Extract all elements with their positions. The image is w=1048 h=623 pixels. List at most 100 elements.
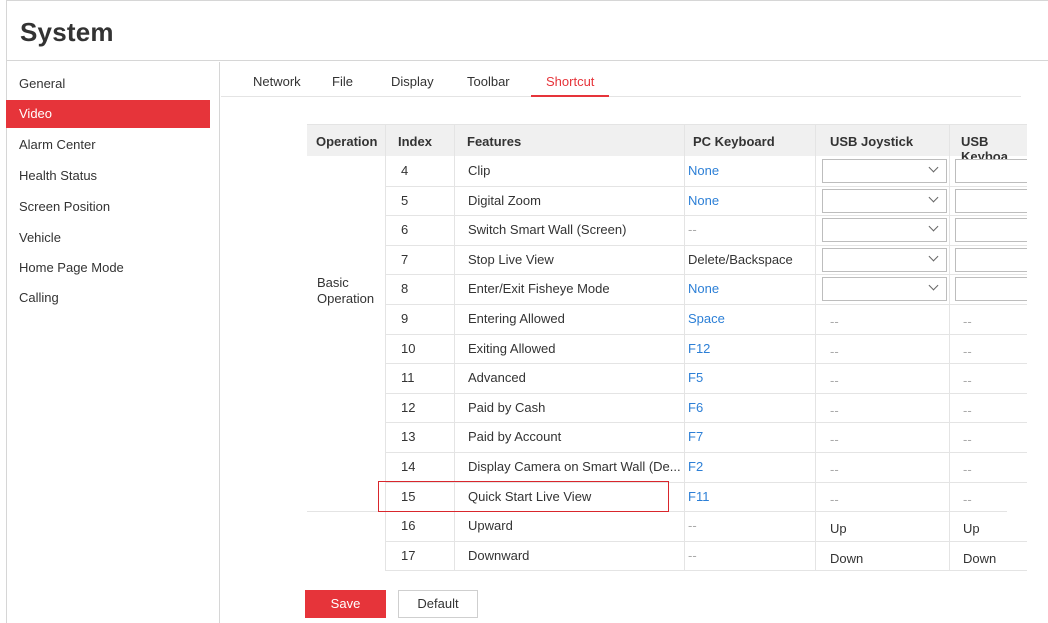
cell-usb-joystick: --: [830, 462, 839, 477]
cell-usb-keyboard: Down: [963, 550, 997, 566]
cell-usb-joystick: Up: [830, 521, 847, 537]
cell-pc-keyboard[interactable]: Space: [688, 311, 725, 326]
sidebar-item-alarm-center[interactable]: Alarm Center: [6, 131, 210, 159]
page-header: System: [6, 0, 1048, 61]
cell-index: 6: [401, 222, 409, 238]
cell-index: 13: [401, 429, 416, 445]
row-divider: [385, 570, 1027, 571]
cell-pc-keyboard: --: [688, 547, 697, 563]
cell-feature: Display Camera on Smart Wall (De...: [468, 459, 681, 474]
usb-keyboard-select[interactable]: [955, 247, 1027, 272]
cell-usb-joystick: --: [830, 432, 839, 448]
cell-feature: Stop Live View: [468, 251, 554, 267]
cell-index: 5: [401, 192, 409, 208]
cell-pc-keyboard[interactable]: None: [688, 163, 719, 178]
cell-feature: Downward: [468, 547, 530, 563]
cell-feature: Digital Zoom: [468, 192, 541, 208]
cell-usb-joystick: --: [830, 343, 839, 359]
tab-display[interactable]: Display: [391, 74, 434, 97]
usb-joystick-select[interactable]: [822, 277, 947, 302]
save-button[interactable]: Save: [305, 590, 386, 618]
cell-index: 14: [401, 459, 416, 474]
group-label-line-2: Operation: [317, 291, 375, 306]
tab-toolbar[interactable]: Toolbar: [467, 74, 510, 97]
cell-usb-keyboard: --: [963, 343, 972, 359]
cell-usb-joystick: Down: [830, 550, 864, 566]
cell-index: 7: [401, 251, 409, 267]
cell-index: 17: [401, 547, 416, 563]
usb-keyboard-select[interactable]: [955, 218, 1027, 243]
sidebar-item-health-status[interactable]: Health Status: [6, 162, 210, 190]
column-divider: [949, 125, 950, 571]
sidebar-item-screen-position[interactable]: Screen Position: [6, 193, 210, 221]
cell-usb-joystick: --: [830, 402, 839, 418]
cell-pc-keyboard[interactable]: F2: [688, 459, 703, 474]
cell-pc-keyboard[interactable]: Delete/Backspace: [688, 252, 793, 267]
column-divider: [454, 125, 455, 571]
chevron-down-icon: [928, 280, 939, 291]
cell-pc-keyboard[interactable]: F7: [688, 429, 703, 444]
tab-file[interactable]: File: [332, 74, 353, 97]
cell-usb-keyboard: --: [963, 373, 972, 389]
cell-pc-keyboard[interactable]: F6: [688, 400, 703, 415]
cell-index: 10: [401, 340, 416, 356]
column-header-features: Features: [467, 134, 522, 149]
tab-shortcut[interactable]: Shortcut: [531, 74, 610, 97]
row-divider: [385, 304, 1027, 305]
cell-pc-keyboard[interactable]: None: [688, 193, 719, 208]
cell-feature: Upward: [468, 518, 513, 534]
cell-pc-keyboard[interactable]: F5: [688, 370, 703, 385]
cell-feature: Switch Smart Wall (Screen): [468, 222, 627, 238]
cell-index: 8: [401, 281, 409, 297]
usb-keyboard-select[interactable]: [955, 188, 1027, 213]
chevron-down-icon: [928, 221, 939, 232]
sidebar: General Video Alarm Center Health Status…: [6, 62, 220, 623]
cell-pc-keyboard[interactable]: F11: [688, 489, 709, 504]
usb-joystick-select[interactable]: [822, 247, 947, 272]
usb-joystick-select[interactable]: [822, 218, 947, 243]
row-divider: [385, 392, 1027, 394]
sidebar-item-general[interactable]: General: [6, 70, 210, 98]
cell-pc-keyboard[interactable]: F12: [688, 341, 710, 356]
row-divider: [385, 274, 1027, 276]
column-header-pc-keyboard: PC Keyboard: [693, 134, 775, 149]
default-button[interactable]: Default: [398, 590, 478, 618]
cell-usb-keyboard: Up: [963, 521, 980, 537]
sidebar-item-vehicle[interactable]: Vehicle: [6, 224, 210, 252]
cell-index: 16: [401, 518, 416, 534]
row-divider: [385, 481, 1027, 483]
column-divider: [815, 125, 816, 571]
cell-index: 15: [401, 488, 416, 504]
shortcut-table: Operation Index Features PC Keyboard USB…: [307, 124, 1027, 571]
cell-usb-keyboard: --: [963, 432, 972, 448]
group-label-line-1: Basic: [317, 275, 349, 290]
cell-index: 11: [401, 370, 415, 386]
usb-keyboard-select[interactable]: [955, 159, 1027, 183]
cell-feature: Quick Start Live View: [468, 488, 592, 504]
column-header-operation: Operation: [316, 134, 378, 149]
cell-feature: Clip: [468, 163, 491, 178]
usb-joystick-select[interactable]: [822, 159, 947, 183]
usb-joystick-select[interactable]: [822, 188, 947, 213]
row-divider: [385, 422, 1027, 424]
sidebar-item-video[interactable]: Video: [6, 100, 210, 128]
usb-keyboard-select[interactable]: [955, 277, 1027, 302]
row-divider: [385, 452, 1027, 453]
cell-pc-keyboard: --: [688, 518, 697, 534]
sidebar-item-calling[interactable]: Calling: [6, 284, 210, 312]
column-header-index: Index: [398, 134, 432, 149]
cell-feature: Paid by Account: [468, 429, 562, 445]
tab-network[interactable]: Network: [253, 74, 301, 97]
sidebar-item-home-page-mode[interactable]: Home Page Mode: [6, 254, 210, 282]
cell-index: 9: [401, 311, 409, 326]
row-divider: [385, 215, 1027, 217]
row-divider: [385, 185, 1027, 187]
cell-index: 4: [401, 163, 409, 178]
cell-usb-keyboard: --: [963, 462, 972, 477]
cell-pc-keyboard[interactable]: None: [688, 281, 719, 296]
row-divider: [385, 333, 1027, 335]
cell-usb-keyboard: --: [963, 491, 972, 507]
column-divider: [684, 125, 685, 571]
cell-index: 12: [401, 399, 416, 415]
cell-usb-keyboard: --: [963, 402, 972, 418]
